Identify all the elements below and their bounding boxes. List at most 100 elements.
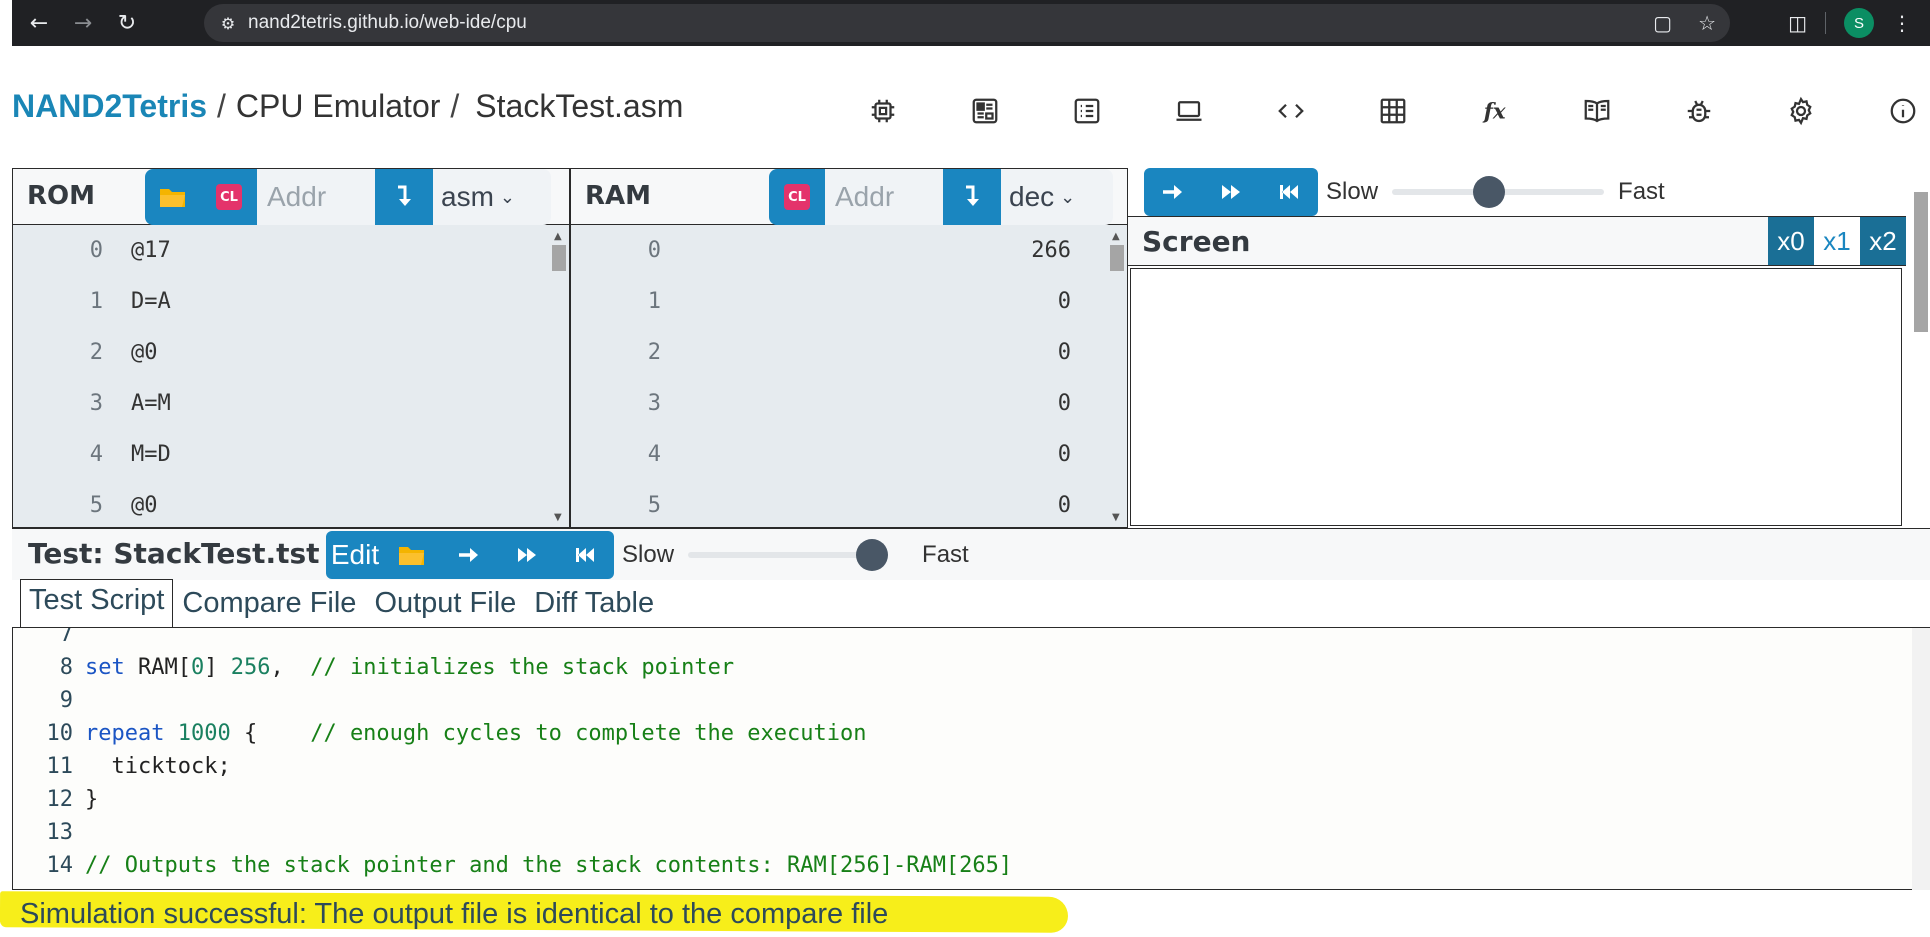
speed-slider[interactable] [1392,176,1605,208]
forward-button[interactable]: → [66,6,100,40]
test-script-editor[interactable]: 7 8 set RAM[0] 256, // initializes the sta… [12,628,1912,890]
ram-format-select[interactable]: dec ⌄ [1001,169,1113,225]
site-settings-icon[interactable]: ⚙ [208,4,248,42]
row-index: 2 [647,340,661,365]
load-test-button[interactable] [384,531,440,579]
breadcrumb: NAND2Tetris / CPU Emulator / StackTest.a… [12,79,690,133]
rom-row[interactable]: 3 A=M [13,378,569,429]
tab-test-script[interactable]: Test Script [20,579,174,627]
row-value: 266 [1031,238,1071,263]
row-instruction: @0 [131,493,158,518]
ram-address-input[interactable]: Addr [825,169,943,225]
ram-row[interactable]: 50 [571,480,1127,531]
tab-diff-table[interactable]: Diff Table [525,582,663,627]
run-button[interactable] [1202,168,1260,216]
back-button[interactable]: ← [22,6,56,40]
test-reset-button[interactable] [556,531,614,579]
scroll-up-icon[interactable]: ▲ [554,231,562,242]
rom-row[interactable]: 2 @0 [13,327,569,378]
code-icon[interactable] [1240,90,1342,132]
reload-button[interactable]: ↻ [110,6,144,40]
scroll-thumb[interactable] [1110,245,1124,271]
rom-scrollbar[interactable]: ▲ ▼ [551,231,567,523]
dashboard-icon[interactable] [934,90,1036,132]
info-icon[interactable] [1852,90,1930,132]
row-instruction: A=M [131,391,171,416]
chip-icon[interactable] [832,90,934,132]
ram-row[interactable]: 30 [571,378,1127,429]
row-instruction: @17 [131,238,171,263]
page-scrollbar[interactable] [1912,186,1930,526]
code-line: 11 ticktock; [13,750,231,783]
breadcrumb-separator: / [217,88,226,124]
speed-slow-label: Slow [1326,178,1379,205]
zoom-controls: x0 x1 x2 [1768,217,1906,265]
scroll-down-icon[interactable]: ▼ [554,512,562,523]
scroll-thumb[interactable] [1914,192,1928,332]
code-token: // enough cycles to complete the executi… [310,721,867,746]
test-run-button[interactable] [498,531,556,579]
ram-row[interactable]: 10 [571,276,1127,327]
list-icon[interactable] [1036,90,1138,132]
screen-header: Screen x0 x1 x2 [1128,216,1906,266]
zoom-x1-button[interactable]: x1 [1814,217,1860,265]
scroll-thumb[interactable] [552,245,566,271]
reset-button[interactable] [1260,168,1318,216]
edit-button[interactable]: Edit [326,531,384,579]
profile-avatar[interactable]: S [1844,8,1874,38]
load-file-button[interactable] [145,169,201,225]
app-toolbar: fx [832,90,1930,132]
ram-row[interactable]: 40 [571,429,1127,480]
function-icon[interactable]: fx [1444,90,1546,132]
rom-address-input[interactable]: Addr [257,169,375,225]
ram-row[interactable]: 0 266 [571,225,1127,276]
ram-format-value: dec [1009,181,1055,212]
ram-scrollbar[interactable]: ▲ ▼ [1109,231,1125,523]
row-index: 1 [647,289,661,314]
scroll-up-icon[interactable]: ▲ [1112,231,1120,242]
rom-format-select[interactable]: asm ⌄ [433,169,551,225]
line-number: 11 [46,754,74,779]
browser-toolbar: ← → ↻ ⚙ nand2tetris.github.io/web-ide/cp… [12,0,1930,46]
extensions-icon[interactable]: ◫ [1788,11,1807,35]
tab-output-file[interactable]: Output File [365,582,525,627]
laptop-icon[interactable] [1138,90,1240,132]
browser-chrome: ← → ↻ ⚙ nand2tetris.github.io/web-ide/cp… [0,0,1930,46]
gear-icon[interactable] [1750,90,1852,132]
code-token: ticktock; [85,754,231,779]
jump-to-address-button[interactable] [943,169,1001,225]
install-app-icon[interactable]: ▢ [1653,11,1672,35]
rom-row[interactable]: 0 @17 [13,225,569,276]
rom-row[interactable]: 1 D=A [13,276,569,327]
rom-row[interactable]: 4 M=D [13,429,569,480]
test-speed-slider[interactable] [688,539,889,571]
section-link[interactable]: CPU Emulator [236,88,441,125]
code-line: 12} [13,783,99,816]
bug-icon[interactable] [1648,90,1750,132]
clear-rom-button[interactable]: CL [201,169,257,225]
book-icon[interactable] [1546,90,1648,132]
code-token: repeat [85,721,165,746]
screen-title: Screen [1142,225,1251,258]
jump-to-address-button[interactable] [375,169,433,225]
speed-slider-knob[interactable] [856,539,889,571]
clear-ram-button[interactable]: CL [769,169,825,225]
zoom-x2-button[interactable]: x2 [1860,217,1906,265]
rom-row[interactable]: 5 @0 [13,480,569,531]
grid-icon[interactable] [1342,90,1444,132]
tab-compare-file[interactable]: Compare File [173,582,365,627]
url-text[interactable]: nand2tetris.github.io/web-ide/cpu [248,12,527,34]
bookmark-star-icon[interactable]: ☆ [1698,11,1716,35]
home-link[interactable]: NAND2Tetris [12,88,207,125]
editor-scrollbar[interactable] [1912,628,1930,890]
scroll-down-icon[interactable]: ▼ [1112,512,1120,523]
speed-slider-knob[interactable] [1473,176,1506,208]
breadcrumb-separator: / [450,88,460,124]
test-step-button[interactable] [440,531,498,579]
zoom-x0-button[interactable]: x0 [1768,217,1814,265]
step-button[interactable] [1144,168,1202,216]
address-bar[interactable]: ⚙ nand2tetris.github.io/web-ide/cpu ▢ ☆ [204,4,1730,42]
jump-arrow-icon [966,185,979,206]
browser-menu-icon[interactable]: ⋮ [1892,11,1912,35]
ram-row[interactable]: 20 [571,327,1127,378]
